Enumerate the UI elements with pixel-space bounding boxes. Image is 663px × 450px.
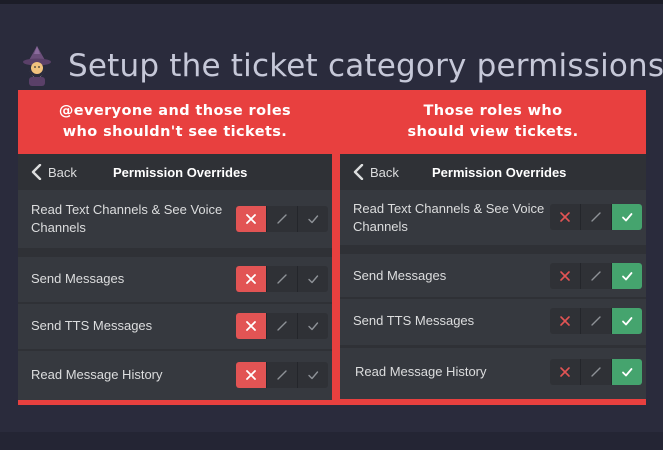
allow-button[interactable] bbox=[298, 206, 328, 232]
permission-row: Read Text Channels & See Voice Channels bbox=[340, 190, 646, 245]
neutral-button[interactable] bbox=[267, 206, 298, 232]
x-icon bbox=[560, 316, 570, 326]
x-icon bbox=[246, 214, 256, 224]
slash-icon bbox=[591, 316, 601, 326]
permission-label: Read Message History bbox=[355, 364, 487, 379]
permission-row: Send TTS Messages bbox=[340, 299, 646, 345]
neutral-button[interactable] bbox=[581, 204, 612, 230]
page-title: Setup the ticket category permissions: bbox=[68, 48, 663, 84]
nav-bar: Back Permission Overrides bbox=[340, 154, 646, 190]
x-icon bbox=[560, 212, 570, 222]
permission-row: Read Message History bbox=[340, 348, 646, 399]
neutral-button[interactable] bbox=[267, 313, 298, 339]
check-icon bbox=[622, 317, 633, 326]
permission-label: Send Messages bbox=[31, 271, 125, 286]
x-icon bbox=[246, 321, 256, 331]
chevron-left-icon bbox=[353, 164, 364, 180]
slash-icon bbox=[591, 212, 601, 222]
permission-toggle bbox=[236, 206, 328, 232]
allow-button[interactable] bbox=[612, 308, 642, 334]
permission-row: Send Messages bbox=[18, 257, 332, 302]
back-label: Back bbox=[370, 164, 399, 180]
allow-button[interactable] bbox=[612, 359, 642, 385]
permission-toggle bbox=[236, 362, 328, 388]
allow-button[interactable] bbox=[298, 362, 328, 388]
row-divider bbox=[18, 248, 332, 257]
chevron-left-icon bbox=[31, 164, 42, 180]
neutral-button[interactable] bbox=[267, 266, 298, 292]
check-icon bbox=[622, 213, 633, 222]
permission-toggle bbox=[550, 263, 642, 289]
page-title-row: Setup the ticket category permissions: bbox=[20, 44, 663, 88]
permission-label: Read Message History bbox=[31, 367, 163, 382]
permission-overrides-screen: Back Permission Overrides Read Text Chan… bbox=[340, 154, 646, 399]
permission-row: Send Messages bbox=[340, 254, 646, 297]
deny-button[interactable] bbox=[236, 266, 267, 292]
check-icon bbox=[308, 215, 319, 224]
x-icon bbox=[246, 370, 256, 380]
deny-button[interactable] bbox=[236, 206, 267, 232]
check-icon bbox=[308, 275, 319, 284]
permission-row: Read Message History bbox=[18, 351, 332, 400]
check-icon bbox=[308, 371, 319, 380]
permission-toggle bbox=[550, 308, 642, 334]
x-icon bbox=[560, 367, 570, 377]
neutral-button[interactable] bbox=[581, 359, 612, 385]
allow-button[interactable] bbox=[612, 204, 642, 230]
permission-toggle bbox=[236, 266, 328, 292]
permission-label: Read Text Channels & See Voice Channels bbox=[31, 202, 223, 235]
permission-panels: @everyone and those roles who shouldn't … bbox=[18, 90, 646, 405]
mage-emoji-icon bbox=[20, 46, 54, 86]
slash-icon bbox=[591, 271, 601, 281]
neutral-button[interactable] bbox=[581, 308, 612, 334]
back-label: Back bbox=[48, 164, 77, 180]
permission-row: Read Text Channels & See Voice Channels bbox=[18, 190, 332, 248]
neutral-button[interactable] bbox=[581, 263, 612, 289]
check-icon bbox=[622, 272, 633, 281]
allow-button[interactable] bbox=[298, 266, 328, 292]
permission-label: Send Messages bbox=[353, 268, 447, 283]
permission-label: Read Text Channels & See Voice Channels bbox=[353, 201, 545, 234]
permission-toggle bbox=[550, 359, 642, 385]
slash-icon bbox=[277, 214, 287, 224]
permission-toggle bbox=[236, 313, 328, 339]
allow-button[interactable] bbox=[612, 263, 642, 289]
deny-button[interactable] bbox=[236, 362, 267, 388]
permission-label: Send TTS Messages bbox=[353, 313, 475, 328]
top-border bbox=[0, 0, 663, 4]
back-button[interactable]: Back bbox=[352, 164, 399, 180]
deny-button[interactable] bbox=[550, 308, 581, 334]
deny-button[interactable] bbox=[550, 359, 581, 385]
nav-title: Permission Overrides bbox=[113, 164, 248, 180]
permission-toggle bbox=[550, 204, 642, 230]
permission-label: Send TTS Messages bbox=[31, 318, 153, 333]
panel-header: @everyone and those roles who shouldn't … bbox=[58, 103, 292, 140]
slash-icon bbox=[277, 321, 287, 331]
back-button[interactable]: Back bbox=[30, 164, 77, 180]
check-icon bbox=[622, 368, 633, 377]
nav-bar: Back Permission Overrides bbox=[18, 154, 332, 190]
x-icon bbox=[560, 271, 570, 281]
bottom-band bbox=[0, 432, 663, 450]
deny-button[interactable] bbox=[550, 204, 581, 230]
panel-header: Those roles who should view tickets. bbox=[407, 103, 579, 140]
row-divider bbox=[340, 245, 646, 254]
allow-panel: Those roles who should view tickets. Bac… bbox=[340, 90, 646, 405]
neutral-button[interactable] bbox=[267, 362, 298, 388]
deny-button[interactable] bbox=[236, 313, 267, 339]
permission-row: Send TTS Messages bbox=[18, 304, 332, 349]
slash-icon bbox=[277, 274, 287, 284]
slash-icon bbox=[591, 367, 601, 377]
deny-button[interactable] bbox=[550, 263, 581, 289]
permission-overrides-screen: Back Permission Overrides Read Text Chan… bbox=[18, 154, 332, 400]
x-icon bbox=[246, 274, 256, 284]
slash-icon bbox=[277, 370, 287, 380]
deny-panel: @everyone and those roles who shouldn't … bbox=[18, 90, 332, 405]
allow-button[interactable] bbox=[298, 313, 328, 339]
nav-title: Permission Overrides bbox=[432, 164, 567, 180]
check-icon bbox=[308, 322, 319, 331]
